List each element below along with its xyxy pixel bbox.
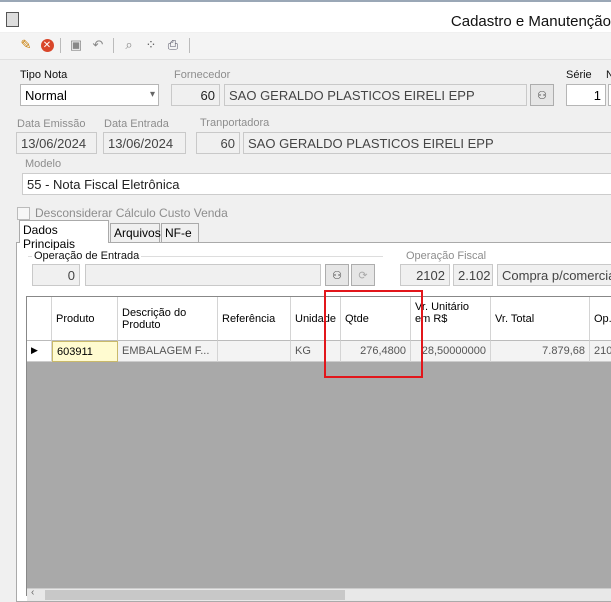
- modelo-label: Modelo: [25, 158, 62, 170]
- desconsiderar-label: Desconsiderar Cálculo Custo Venda: [35, 206, 228, 220]
- chevron-down-icon: ▾: [149, 89, 155, 100]
- app-icon: [6, 12, 19, 27]
- row-indicator-icon[interactable]: ▶: [27, 341, 52, 362]
- scroll-thumb[interactable]: [45, 590, 345, 600]
- op-entrada-desc: [85, 264, 321, 286]
- cancel-icon[interactable]: ✕: [39, 37, 55, 53]
- fornecedor-name: SAO GERALDO PLASTICOS EIRELI EPP: [224, 84, 527, 106]
- tab-arquivos[interactable]: Arquivos: [110, 223, 161, 242]
- modelo-field[interactable]: 55 - Nota Fiscal Eletrônica: [22, 173, 611, 195]
- desconsiderar-checkbox[interactable]: [17, 207, 30, 220]
- op-fiscal-cfop: 2.102: [453, 264, 493, 286]
- transportadora-label: Tranportadora: [200, 117, 270, 129]
- op-entrada-code[interactable]: 0: [32, 264, 80, 286]
- tipo-nota-select[interactable]: Normal ▾: [20, 84, 159, 106]
- op-fiscal-desc: Compra p/comercia: [497, 264, 611, 286]
- tab-nfe[interactable]: NF-e: [161, 223, 199, 242]
- serie-label: Série: [566, 69, 592, 81]
- transportadora-code[interactable]: 60: [196, 132, 240, 154]
- scroll-left-icon[interactable]: ‹: [31, 587, 34, 598]
- fornecedor-lookup-button[interactable]: ⚇: [530, 84, 554, 106]
- cell-op[interactable]: 210: [590, 341, 611, 362]
- fornecedor-label: Fornecedor: [174, 69, 231, 81]
- col-header-descricao[interactable]: Descrição do Produto: [118, 297, 218, 341]
- grid-horizontal-scrollbar[interactable]: ‹: [27, 587, 611, 601]
- window-title: Cadastro e Manutenção: [450, 13, 611, 30]
- serie-field[interactable]: 1: [566, 84, 606, 106]
- data-emissao-label: Data Emissão: [17, 118, 86, 130]
- op-fiscal-label: Operação Fiscal: [404, 250, 489, 262]
- cell-vr-total[interactable]: 7.879,68: [491, 341, 590, 362]
- items-grid: Produto Descrição do Produto Referência …: [26, 296, 611, 596]
- qtde-highlight-box: [324, 290, 423, 378]
- col-header-op[interactable]: Op.: [590, 297, 611, 341]
- scatter-icon[interactable]: ⁘: [143, 37, 159, 53]
- print-icon[interactable]: ⎙: [165, 37, 181, 53]
- col-header-vr-total[interactable]: Vr. Total: [491, 297, 590, 341]
- col-header-vr-unitario[interactable]: Vr. Unitário em R$: [411, 297, 491, 341]
- data-entrada-field[interactable]: 13/06/2024: [103, 132, 186, 154]
- cell-descricao[interactable]: EMBALAGEM F...: [118, 341, 218, 362]
- data-emissao-field[interactable]: 13/06/2024: [16, 132, 97, 154]
- op-entrada-lookup-button[interactable]: ⚇: [325, 264, 349, 286]
- tab-dados-principais[interactable]: Dados Principais: [19, 220, 109, 251]
- tipo-nota-value: Normal: [25, 88, 67, 103]
- data-entrada-label: Data Entrada: [104, 118, 169, 130]
- col-header-produto[interactable]: Produto: [52, 297, 118, 341]
- save-icon[interactable]: ▣: [68, 37, 84, 53]
- op-entrada-label: Operação de Entrada: [32, 250, 142, 262]
- toolbar: ✎ ✕ ▣ ↶ ⌕ ⁘ ⎙: [0, 33, 611, 60]
- row-indicator-header: [27, 297, 52, 341]
- cell-referencia[interactable]: [218, 341, 291, 362]
- search-icon[interactable]: ⌕: [121, 37, 137, 53]
- op-fiscal-code[interactable]: 2102: [400, 264, 450, 286]
- op-entrada-clear-button[interactable]: ⟳: [351, 264, 375, 286]
- fornecedor-code[interactable]: 60: [171, 84, 220, 106]
- transportadora-name: SAO GERALDO PLASTICOS EIRELI EPP: [243, 132, 611, 154]
- col-header-referencia[interactable]: Referência: [218, 297, 291, 341]
- title-bar: Cadastro e Manutenção: [0, 0, 611, 32]
- binoculars-icon: ⚇: [332, 269, 342, 282]
- cell-vr-unitario[interactable]: 28,50000000: [411, 341, 491, 362]
- refresh-icon: ⟳: [358, 269, 368, 282]
- extra-label: N: [606, 69, 611, 81]
- cell-produto[interactable]: 603911: [52, 341, 118, 362]
- tipo-nota-label: Tipo Nota: [20, 69, 68, 81]
- binoculars-icon: ⚇: [537, 89, 547, 102]
- new-doc-icon[interactable]: ✎: [18, 37, 34, 53]
- undo-icon[interactable]: ↶: [90, 37, 106, 53]
